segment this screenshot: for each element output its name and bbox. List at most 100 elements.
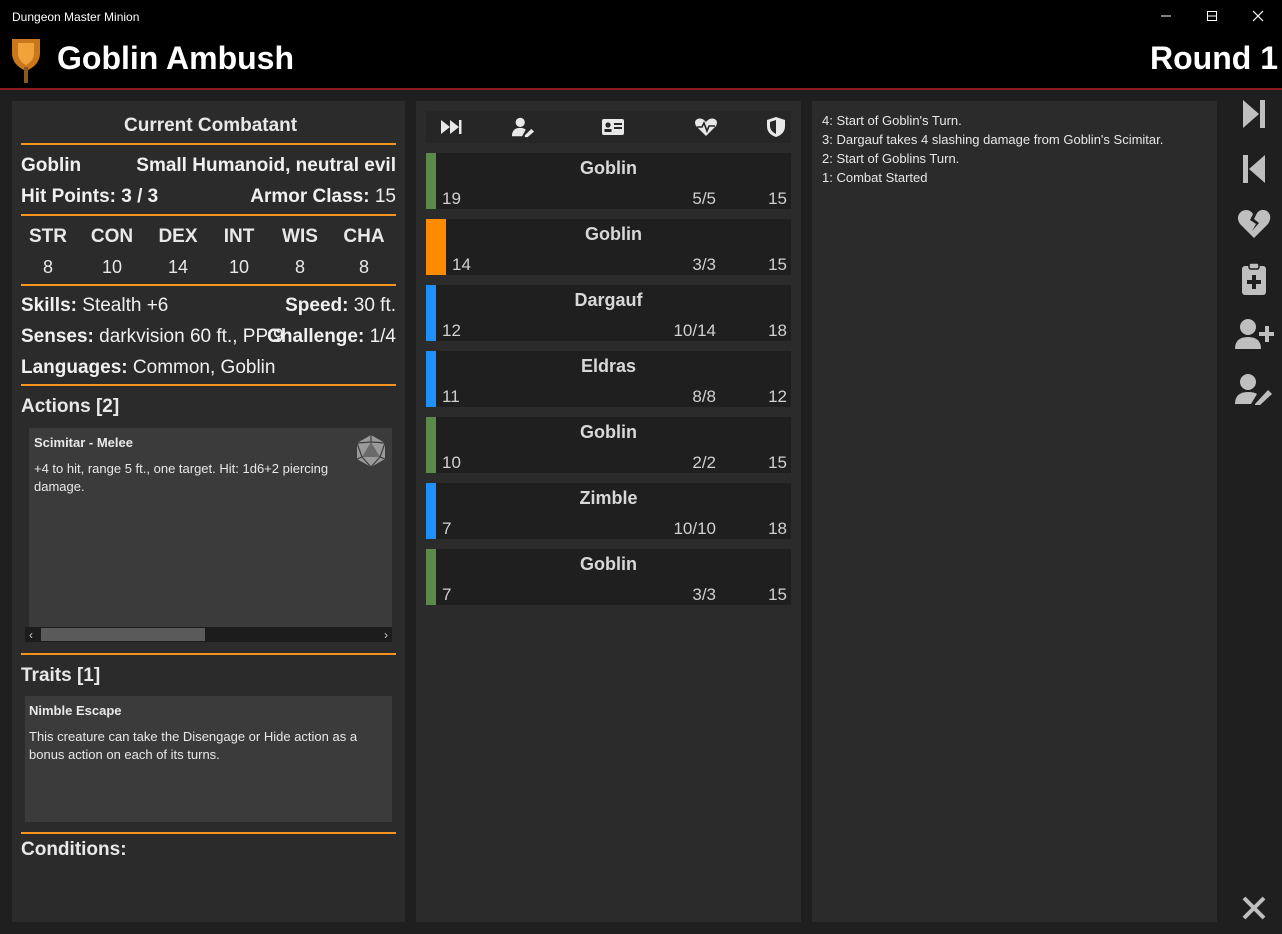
actions-horizontal-scrollbar[interactable]: ‹ › <box>25 627 392 642</box>
combatant-row[interactable]: Eldras 11 8/8 12 <box>426 351 791 407</box>
combat-log-panel <box>812 101 1217 922</box>
initiative-header <box>426 111 791 143</box>
combatant-initiative: 7 <box>442 519 452 538</box>
armor-class: Armor Class: 15 <box>250 186 396 208</box>
minimize-window-button[interactable] <box>1143 0 1189 32</box>
scroll-right-icon[interactable]: › <box>384 628 388 642</box>
hit-points: Hit Points: 3 / 3 <box>21 186 159 207</box>
divider <box>21 214 396 216</box>
clipboard-plus-icon <box>1242 262 1266 295</box>
end-encounter-button[interactable] <box>1232 888 1276 928</box>
d20-icon[interactable] <box>354 434 388 473</box>
combatant-hp: 3/3 <box>692 255 716 274</box>
trait-name: Nimble Escape <box>29 703 122 718</box>
combatant-ac: 18 <box>768 321 787 340</box>
previous-turn-button[interactable] <box>1232 149 1276 189</box>
ability-label-cha: CHA <box>343 226 385 247</box>
close-icon <box>1242 896 1266 920</box>
add-combatant-button[interactable] <box>1232 314 1276 354</box>
close-window-button[interactable] <box>1235 0 1281 32</box>
ability-label-wis: WIS <box>282 226 318 247</box>
skills: Skills: Stealth +6 <box>21 295 168 317</box>
trait-card: Nimble Escape This creature can take the… <box>25 696 392 822</box>
combatant-ac: 15 <box>768 453 787 472</box>
combatant-name: Zimble <box>579 488 638 508</box>
damage-button[interactable] <box>1232 204 1276 244</box>
maximize-button[interactable] <box>1189 0 1235 32</box>
next-turn-button[interactable] <box>1232 94 1276 134</box>
combatant-hp: 5/5 <box>692 189 716 208</box>
challenge-label: Challenge: <box>267 326 365 347</box>
torch-shield-icon <box>12 39 40 83</box>
combatant-hp: 10/14 <box>673 321 716 340</box>
ability-label-con: CON <box>90 226 134 247</box>
combatant-initiative: 10 <box>442 453 461 472</box>
id-card-icon[interactable] <box>601 115 625 139</box>
ability-score-cha: 8 <box>358 257 369 277</box>
skills-value: Stealth +6 <box>82 295 169 316</box>
header-divider <box>0 88 1282 90</box>
armor-class-label: Armor Class: <box>250 186 370 207</box>
actions-title: Actions [2] <box>21 396 120 417</box>
combatant-hp: 3/3 <box>692 585 716 604</box>
current-combatant-title: Current Combatant <box>124 115 298 136</box>
combatant-row[interactable]: Dargauf 12 10/14 18 <box>426 285 791 341</box>
combatant-initiative: 11 <box>442 387 460 406</box>
combatant-ac: 12 <box>768 387 787 406</box>
user-edit-icon[interactable] <box>511 115 535 139</box>
next-turn-icon <box>1243 100 1265 128</box>
round-number: 1 <box>1260 40 1278 76</box>
combatant-row[interactable]: Zimble 7 10/10 18 <box>426 483 791 539</box>
window-title: Dungeon Master Minion <box>12 10 140 24</box>
heartbeat-icon[interactable] <box>694 115 718 139</box>
combatant-name: Dargauf <box>574 290 643 310</box>
round-counter: Round 1 <box>1150 40 1278 77</box>
languages-label: Languages: <box>21 357 128 378</box>
speed-label: Speed: <box>285 295 349 316</box>
combatant-row[interactable]: Goblin 19 5/5 15 <box>426 153 791 209</box>
scrollbar-thumb[interactable] <box>41 628 205 641</box>
ability-label-str: STR <box>29 226 67 247</box>
combatant-type: Small Humanoid, neutral evil <box>136 155 396 176</box>
combatant-initiative: 14 <box>452 255 471 274</box>
heart-broken-icon <box>1237 209 1271 238</box>
combatant-name: Goblin <box>580 422 637 442</box>
app-logo <box>10 35 42 83</box>
ability-score-dex: 14 <box>167 257 189 277</box>
combatant-name: Goblin <box>21 155 82 176</box>
fast-forward-icon[interactable] <box>439 115 463 139</box>
divider <box>21 653 396 655</box>
scroll-left-icon[interactable]: ‹ <box>29 628 33 642</box>
trait-description: This creature can take the Disengage or … <box>29 729 358 762</box>
skills-label: Skills: <box>21 295 77 316</box>
ability-score-wis: 8 <box>294 257 305 277</box>
challenge-value: 1/4 <box>369 326 396 347</box>
combatant-name: Eldras <box>580 356 637 376</box>
user-plus-icon <box>1235 319 1274 349</box>
languages-value: Common, Goblin <box>132 357 276 378</box>
combatant-ac: 18 <box>768 519 787 538</box>
senses-label: Senses: <box>21 326 94 347</box>
round-label: Round <box>1150 40 1252 76</box>
log-entry: 1: Combat Started <box>822 170 928 185</box>
encounter-title: Goblin Ambush <box>57 40 295 76</box>
add-condition-button[interactable] <box>1232 259 1276 299</box>
ability-score-con: 10 <box>101 257 123 277</box>
combatant-name: Goblin <box>580 158 637 178</box>
maximize-icon <box>1207 11 1217 21</box>
combatant-row[interactable]: Goblin 10 2/2 15 <box>426 417 791 473</box>
divider <box>21 143 396 145</box>
combatant-ac: 15 <box>768 585 787 604</box>
ability-label-dex: DEX <box>158 226 198 247</box>
ability-score-int: 10 <box>228 257 250 277</box>
combatant-hp: 8/8 <box>692 387 716 406</box>
combatant-initiative: 7 <box>442 585 452 604</box>
senses-value: darkvision 60 ft., PP 9 <box>99 326 284 347</box>
close-icon <box>1252 10 1264 22</box>
combatant-row[interactable]: Goblin 14 3/3 15 <box>426 219 791 275</box>
speed: Speed: 30 ft. <box>285 295 396 317</box>
combatant-row[interactable]: Goblin 7 3/3 15 <box>426 549 791 605</box>
action-name: Scimitar - Melee <box>34 435 133 450</box>
edit-combatant-button[interactable] <box>1232 369 1276 409</box>
shield-icon[interactable] <box>764 115 788 139</box>
